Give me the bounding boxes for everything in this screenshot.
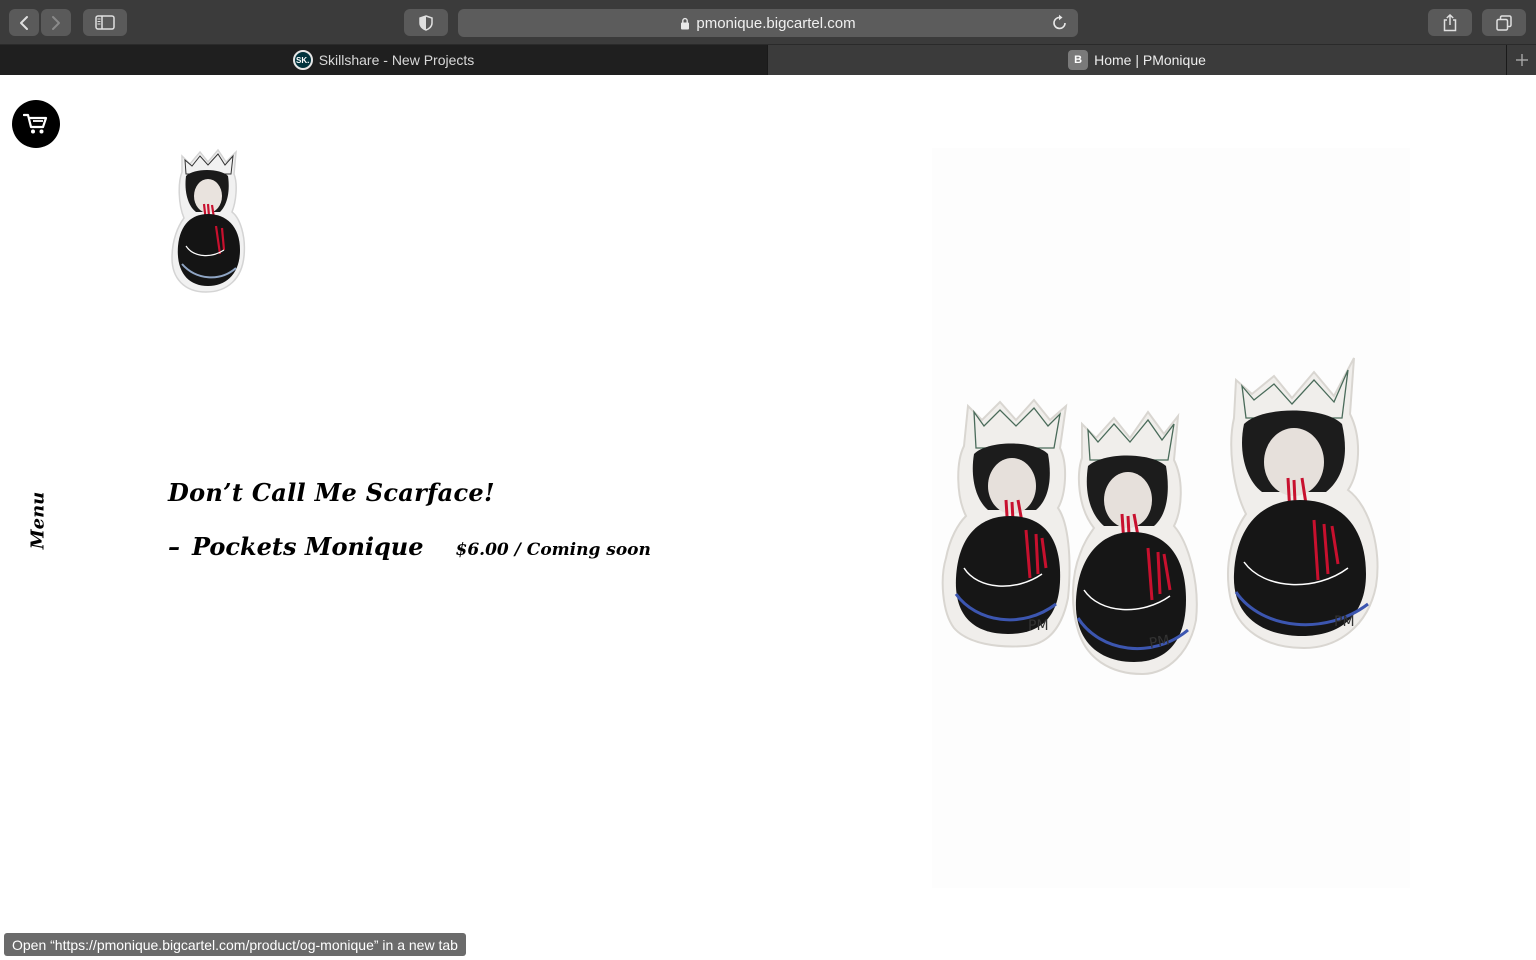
chevron-left-icon: [20, 15, 28, 30]
share-icon: [1443, 13, 1457, 31]
sidebar-button[interactable]: [83, 9, 127, 36]
forward-button[interactable]: [41, 9, 71, 36]
tabs-icon: [1496, 14, 1512, 31]
product-meta: – Pockets Monique $6.00 / Coming soon: [168, 532, 651, 561]
lock-icon: [680, 17, 690, 30]
sticker-signature: PM: [1028, 618, 1049, 634]
sticker-middle: PM: [1071, 410, 1198, 676]
sidebar-icon: [95, 15, 115, 30]
reload-icon[interactable]: [1052, 14, 1068, 31]
url-text: pmonique.bigcartel.com: [696, 14, 856, 32]
share-button[interactable]: [1428, 9, 1472, 36]
menu-toggle[interactable]: Menu: [20, 491, 56, 549]
cart-button[interactable]: [12, 100, 60, 148]
product-image[interactable]: PM PM PM: [936, 350, 1396, 680]
tab-label: Home | PMonique: [1094, 52, 1206, 68]
chevron-right-icon: [52, 15, 60, 30]
privacy-report-button[interactable]: [404, 9, 448, 36]
browser-toolbar: pmonique.bigcartel.com: [0, 0, 1536, 45]
tab-skillshare[interactable]: SK. Skillshare - New Projects: [0, 45, 767, 75]
address-bar[interactable]: pmonique.bigcartel.com: [458, 9, 1078, 37]
skillshare-favicon-icon: SK.: [292, 50, 313, 70]
back-button[interactable]: [9, 9, 39, 36]
product-title[interactable]: Don’t Call Me Scarface!: [168, 478, 495, 507]
new-tab-button[interactable]: [1506, 45, 1536, 75]
tab-bar: SK. Skillshare - New Projects B Home | P…: [0, 45, 1536, 75]
artist-dash: –: [168, 532, 180, 561]
link-status-tooltip: Open “https://pmonique.bigcartel.com/pro…: [4, 933, 466, 956]
shield-icon: [419, 14, 433, 31]
menu-label: Menu: [27, 491, 49, 549]
artist-name: Pockets Monique: [192, 532, 424, 561]
tab-overview-button[interactable]: [1482, 9, 1526, 36]
sticker-left: PM: [941, 398, 1071, 648]
plus-icon: [1515, 54, 1528, 66]
sticker-right: PM: [1227, 357, 1379, 650]
bigcartel-favicon-icon: B: [1068, 50, 1089, 70]
tab-label: Skillshare - New Projects: [318, 52, 475, 68]
price-status: $6.00 / Coming soon: [455, 540, 651, 560]
tab-pmonique-home[interactable]: B Home | PMonique: [767, 45, 1506, 75]
product-thumbnail[interactable]: [168, 146, 248, 294]
sticker-signature: PM: [1334, 614, 1355, 630]
cart-icon: [23, 113, 48, 134]
